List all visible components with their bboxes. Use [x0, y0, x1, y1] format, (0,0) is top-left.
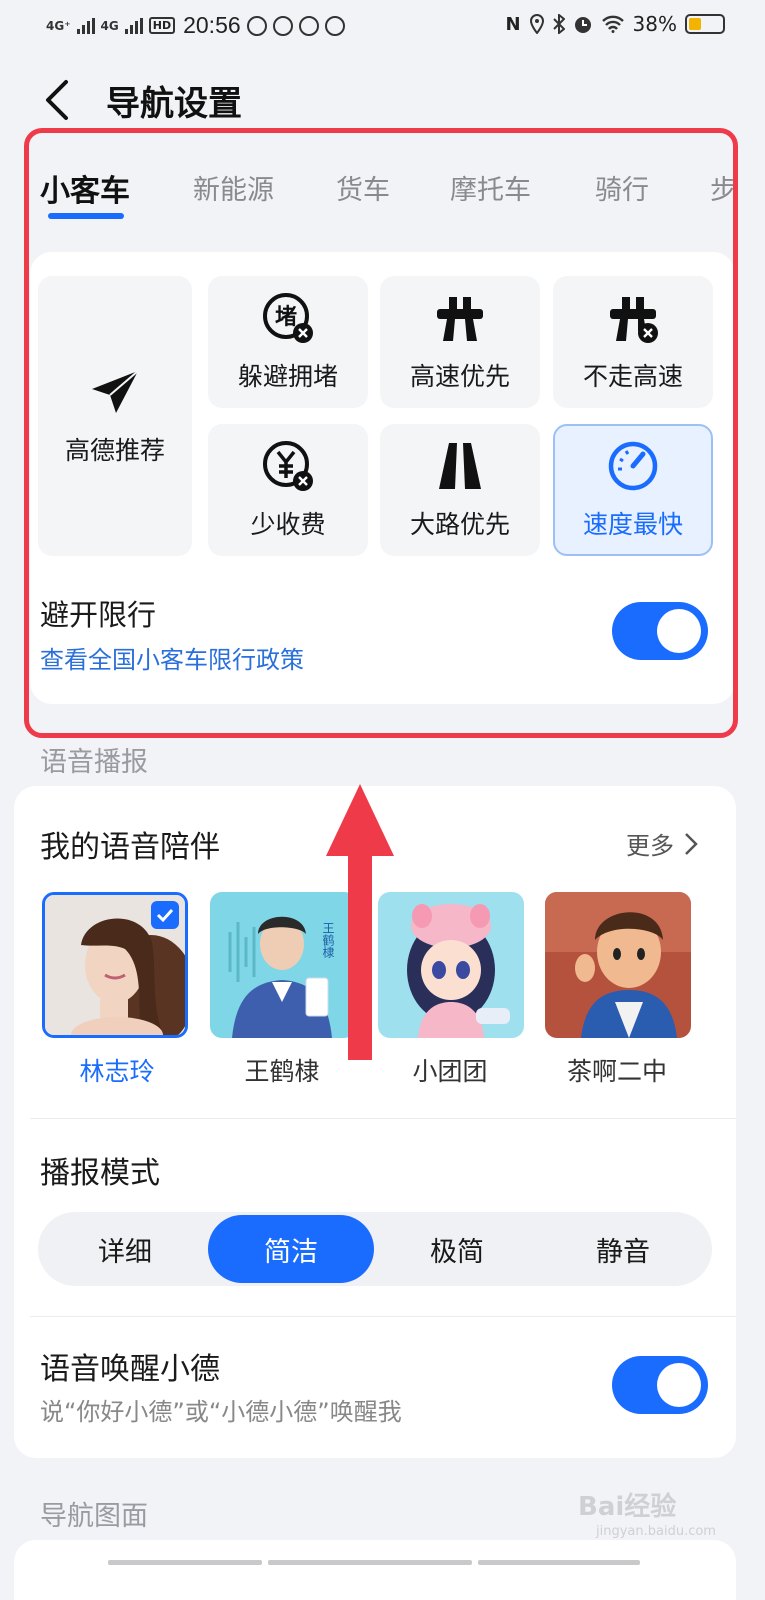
alarm-icon: [574, 17, 591, 33]
battery-percent: 38%: [632, 12, 677, 36]
voice-wake-toggle[interactable]: [612, 1356, 708, 1414]
broadcast-mode-segmented: 详细 简洁 极简 静音: [38, 1212, 712, 1286]
mode-option-concise[interactable]: 简洁: [208, 1215, 374, 1283]
watermark-url: jingyan.baidu.com: [596, 1524, 716, 1539]
signal-bars-icon: [76, 17, 95, 34]
battery-icon: [685, 14, 725, 34]
location-icon: [529, 14, 544, 34]
cartoon-boy-image: [545, 892, 691, 1038]
mode-option-mute[interactable]: 静音: [540, 1212, 706, 1286]
battery-level-fill: [689, 18, 701, 30]
voice-name: 茶啊二中: [566, 1057, 667, 1086]
app-notification-icon: [324, 15, 345, 36]
selected-check-icon: [151, 901, 179, 929]
mode-option-minimal[interactable]: 极简: [374, 1212, 540, 1286]
status-right: N 38%: [505, 12, 725, 36]
section-label-voice: 语音播报: [40, 747, 148, 778]
app-notification-icon: [298, 15, 319, 36]
signal-4g-plus: 4G⁺: [46, 18, 71, 33]
clock: 20:56: [183, 12, 241, 38]
app-notification-icon: [272, 15, 293, 36]
signal-4g: 4G: [100, 18, 119, 33]
nav-display-card: [14, 1540, 736, 1600]
watermark-logo: Bai经验: [578, 1492, 677, 1522]
mode-option-detailed[interactable]: 详细: [42, 1212, 208, 1286]
bluetooth-icon: [552, 14, 565, 34]
voice-avatar-lin[interactable]: [42, 892, 188, 1038]
highlight-annotation-box: [24, 128, 738, 738]
voice-avatar-chaaerzhong[interactable]: [545, 892, 691, 1038]
divider: [30, 1118, 736, 1119]
voice-name: 林志玲: [79, 1057, 155, 1086]
status-left: 4G⁺ 4G HD 20:56: [46, 12, 345, 39]
section-label-nav-display: 导航图面: [40, 1501, 148, 1532]
chevron-right-icon: [685, 832, 698, 855]
broadcast-mode-title: 播报模式: [40, 1156, 160, 1191]
divider: [478, 1560, 640, 1565]
divider: [268, 1560, 472, 1565]
voice-wake-subtitle: 说“你好小德”或“小德小德”唤醒我: [40, 1398, 402, 1426]
more-button[interactable]: 更多: [626, 826, 698, 861]
divider: [30, 1316, 736, 1317]
divider: [108, 1560, 262, 1565]
back-arrow-icon[interactable]: [38, 78, 82, 122]
status-bar: 4G⁺ 4G HD 20:56 N 38%: [0, 0, 765, 56]
up-arrow-annotation-icon: [326, 784, 394, 1060]
page-title: 导航设置: [106, 84, 242, 124]
voice-companion-title: 我的语音陪伴: [40, 830, 220, 865]
nfc-icon: N: [505, 13, 521, 35]
more-label: 更多: [626, 832, 674, 860]
signal-bars-icon: [124, 17, 143, 34]
wifi-icon: [601, 15, 624, 33]
voice-wake-title: 语音唤醒小德: [40, 1352, 220, 1387]
hd-badge: HD: [148, 17, 176, 34]
app-notification-icon: [246, 15, 267, 36]
toggle-knob: [657, 1363, 701, 1407]
